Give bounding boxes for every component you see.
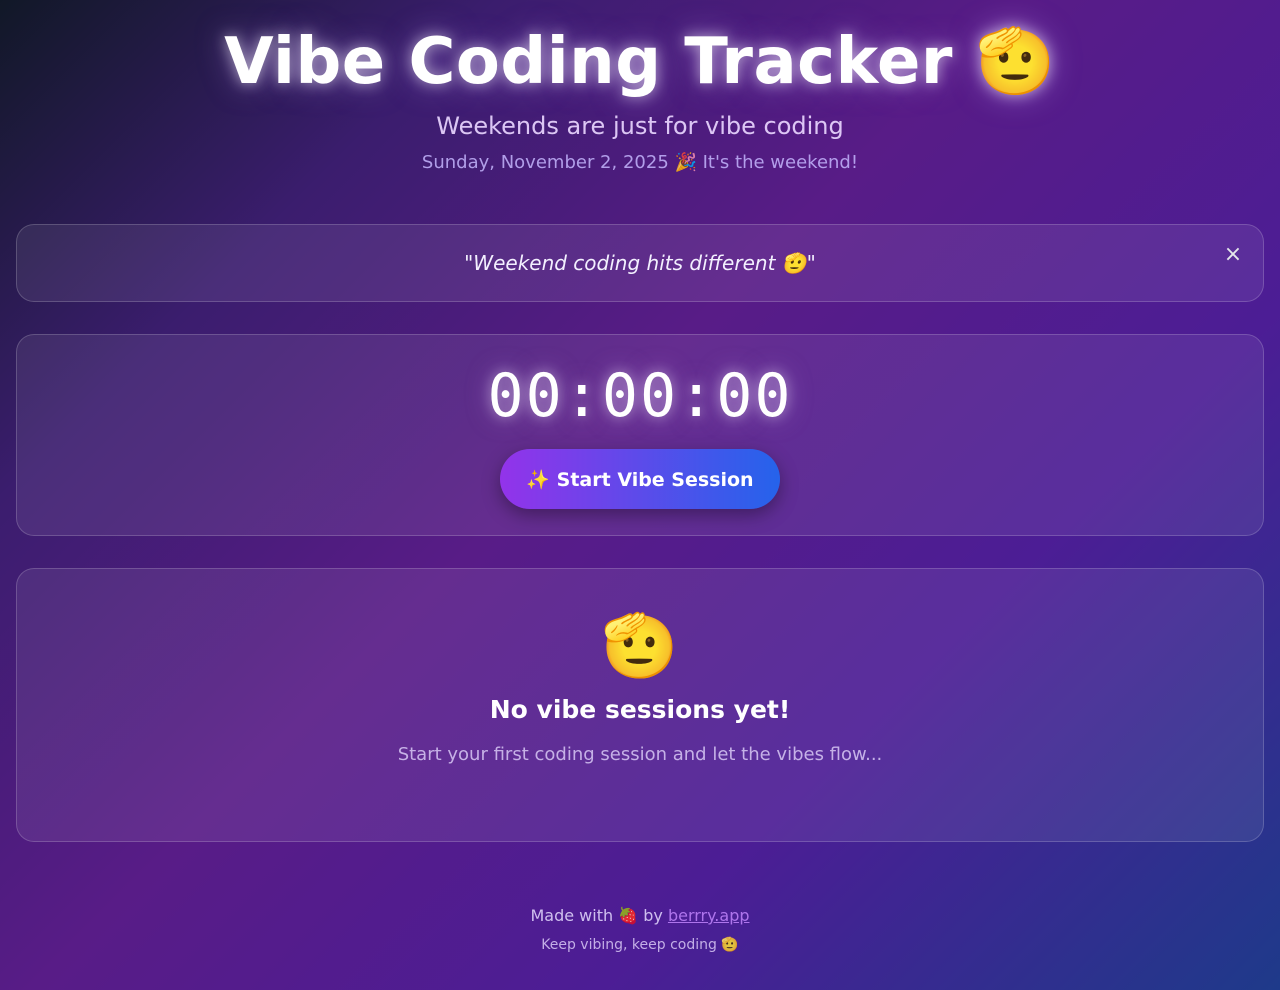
berrry-app-link[interactable]: berrry.app bbox=[668, 906, 750, 925]
footer-tagline: Keep vibing, keep coding 🫡 bbox=[541, 937, 739, 953]
page-title: Vibe Coding Tracker 🫡 bbox=[224, 25, 1056, 99]
sessions-empty-state: 🫡 No vibe sessions yet! Start your first… bbox=[16, 568, 1264, 842]
quote-banner: "Weekend coding hits different 🫡" × bbox=[16, 224, 1264, 302]
quote-text: "Weekend coding hits different 🫡" bbox=[464, 251, 816, 275]
footer: Made with 🍓 by berrry.app Keep vibing, k… bbox=[0, 906, 1280, 953]
timer-display: 00:00:00 bbox=[487, 361, 793, 431]
start-vibe-session-button[interactable]: ✨ Start Vibe Session bbox=[500, 449, 780, 509]
close-quote-button[interactable]: × bbox=[1221, 243, 1245, 267]
page-header: Vibe Coding Tracker 🫡 Weekends are just … bbox=[0, 0, 1280, 173]
timer-card: 00:00:00 ✨ Start Vibe Session bbox=[16, 334, 1264, 536]
footer-credit: Made with 🍓 by berrry.app bbox=[0, 906, 1280, 925]
page-subtitle: Weekends are just for vibe coding bbox=[436, 112, 844, 140]
footer-credit-text: Made with 🍓 by bbox=[530, 906, 668, 925]
date-line: Sunday, November 2, 2025 🎉 It's the week… bbox=[421, 152, 859, 173]
empty-state-subtitle: Start your first coding session and let … bbox=[397, 744, 883, 765]
saluting-face-icon: 🫡 bbox=[601, 609, 679, 682]
empty-state-title: No vibe sessions yet! bbox=[489, 695, 791, 724]
